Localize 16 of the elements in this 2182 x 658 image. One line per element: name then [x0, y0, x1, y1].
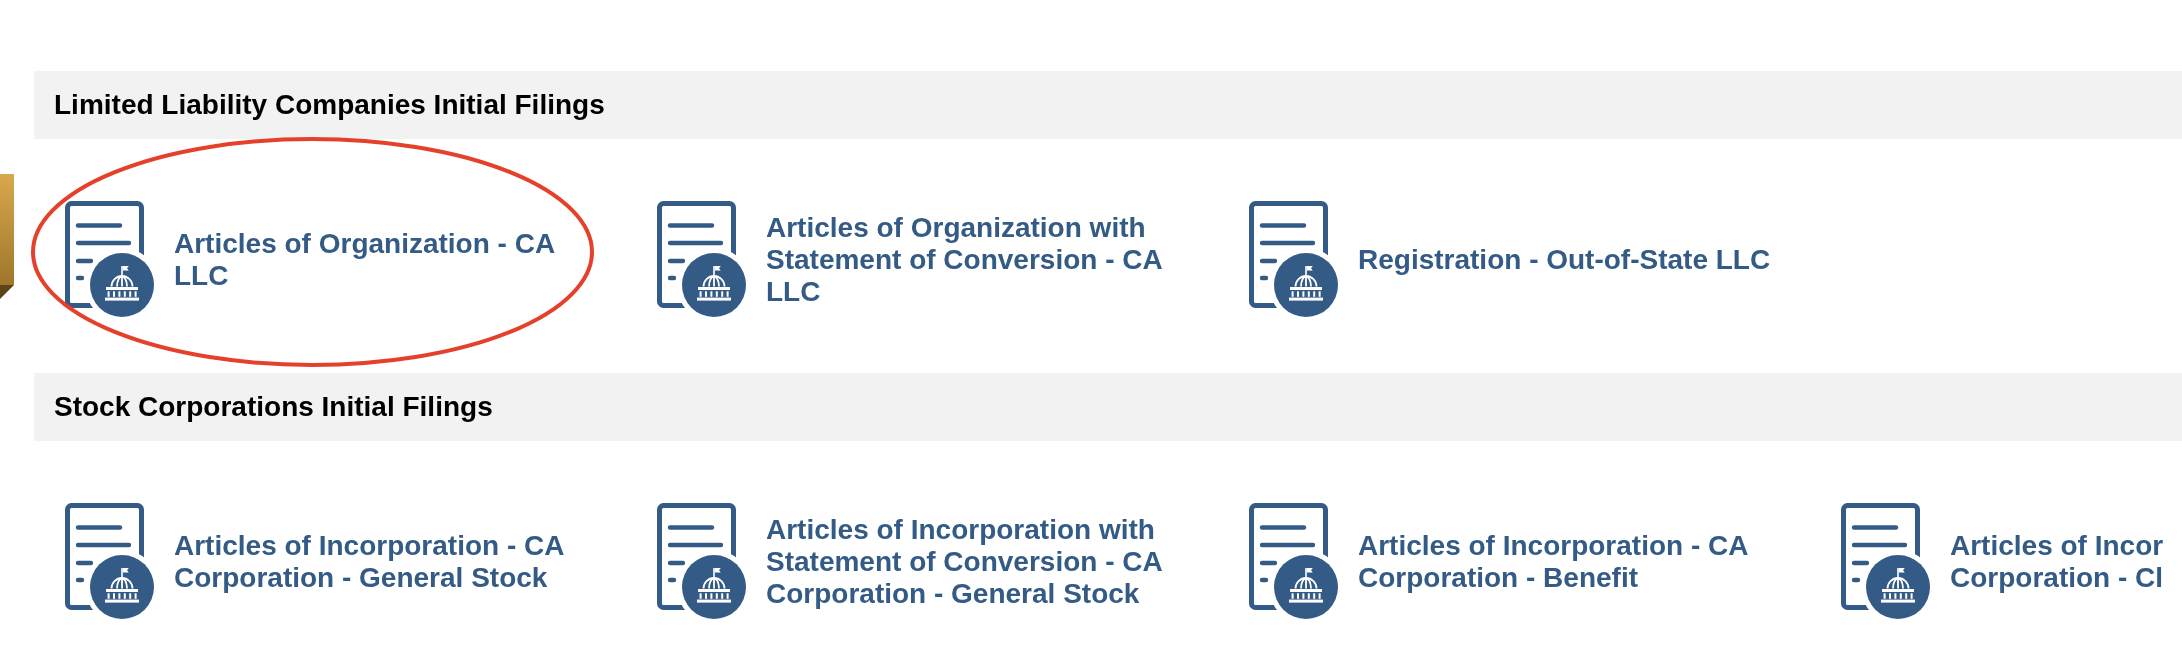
- document-building-icon: [657, 503, 746, 620]
- section-header: Limited Liability Companies Initial Filings: [34, 71, 2182, 139]
- filing-link[interactable]: Articles of Incorporation - CA Corporation - Benefit: [1249, 503, 1780, 620]
- side-tab[interactable]: [0, 174, 14, 299]
- filing-link[interactable]: Articles of Incorporation with Statement of Conversion - CA Corporation - General Stock: [657, 503, 1188, 620]
- document-building-icon: [65, 503, 154, 620]
- section-header: Stock Corporations Initial Filings: [34, 373, 2182, 441]
- document-building-icon: [1249, 201, 1338, 318]
- filing-link[interactable]: Articles of Incorporation - CA Corporation - General Stock: [65, 503, 596, 620]
- document-building-icon: [65, 201, 154, 318]
- document-building-icon: [1841, 503, 1930, 620]
- filing-link[interactable]: Articles of Organization with Statement of Conversion - CA LLC: [657, 201, 1188, 318]
- document-building-icon: [1249, 503, 1338, 620]
- document-building-icon: [657, 201, 746, 318]
- filing-link[interactable]: Registration - Out-of-State LLC: [1249, 201, 1771, 318]
- filing-link[interactable]: Articles of Incor Corporation - Cl: [1841, 503, 2182, 620]
